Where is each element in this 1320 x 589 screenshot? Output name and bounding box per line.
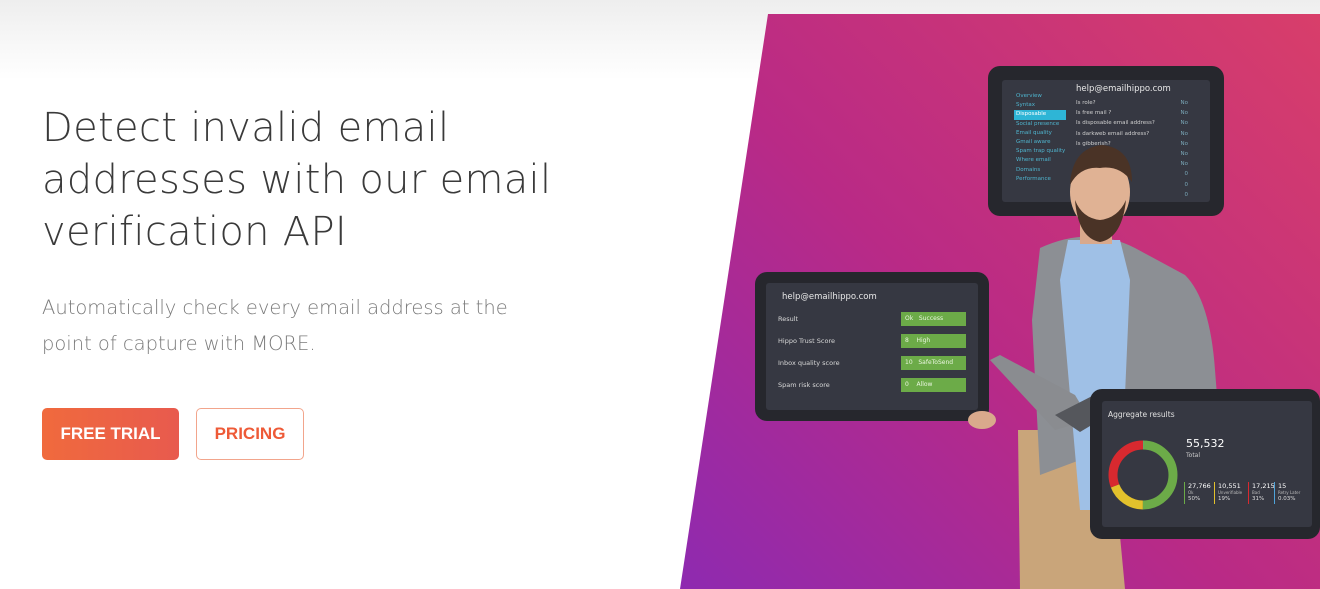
aggregate-total: 55,532	[1186, 437, 1225, 450]
stat-percent: 19%	[1218, 496, 1231, 502]
sidebar-item: Syntax	[1016, 102, 1036, 109]
stat-retry-later: 15 Retry Later 0.03%	[1274, 482, 1308, 504]
sidebar-item-active: Disposable	[1014, 110, 1066, 120]
aggregate-title: Aggregate results	[1108, 410, 1175, 419]
score-row: Hippo Trust Score 8 High	[778, 334, 966, 348]
score-label: Inbox quality score	[778, 359, 840, 367]
result-label: Is disposable email address?	[1076, 120, 1155, 127]
result-row: Is free mail ? No	[1076, 108, 1188, 118]
result-label: Is role?	[1076, 100, 1096, 106]
stat-count: 10,551	[1218, 482, 1241, 490]
stat-percent: 0.03%	[1278, 496, 1296, 502]
score-row: Result Ok Success	[778, 312, 966, 326]
score-label: Hippo Trust Score	[778, 337, 836, 345]
hand	[968, 411, 996, 429]
hero-headline: Detect invalid email addresses with our …	[42, 105, 552, 255]
free-trial-button[interactable]: FREE TRIAL	[42, 408, 179, 460]
score-badge: 0 Allow	[901, 378, 966, 392]
top-tablet-email: help@emailhippo.com	[1076, 84, 1171, 94]
result-row: Is disposable email address? No	[1076, 118, 1188, 128]
score-row: Inbox quality score 10 SafeToSend	[778, 356, 966, 370]
middle-tablet-email: help@emailhippo.com	[782, 292, 877, 302]
score-label: Spam risk score	[778, 381, 830, 389]
hero-subtext: Automatically check every email address …	[42, 296, 508, 355]
result-value: No	[1180, 110, 1188, 117]
score-row: Spam risk score 0 Allow	[778, 378, 966, 392]
score-badge: 8 High	[901, 334, 966, 348]
hero-section: Detect invalid email addresses with our …	[0, 0, 1320, 589]
stat-ok: 27,766 Ok 50%	[1184, 482, 1218, 504]
score-badge: 10 SafeToSend	[901, 356, 966, 370]
result-value: No	[1180, 100, 1188, 106]
result-label: Is free mail ?	[1076, 110, 1112, 117]
sidebar-item: Overview	[1016, 93, 1042, 99]
pricing-button[interactable]: PRICING	[196, 408, 304, 460]
result-row: Is role? No	[1076, 98, 1188, 108]
stat-count: 15	[1278, 482, 1287, 490]
score-badge: Ok Success	[901, 312, 966, 326]
aggregate-donut-chart	[1108, 440, 1178, 510]
score-label: Result	[778, 315, 799, 323]
aggregate-total-label: Total	[1186, 452, 1201, 459]
stat-unverifiable: 10,551 Unverifiable 19%	[1214, 482, 1248, 504]
sidebar-item: Social presence	[1016, 120, 1060, 127]
result-value: No	[1180, 120, 1188, 127]
